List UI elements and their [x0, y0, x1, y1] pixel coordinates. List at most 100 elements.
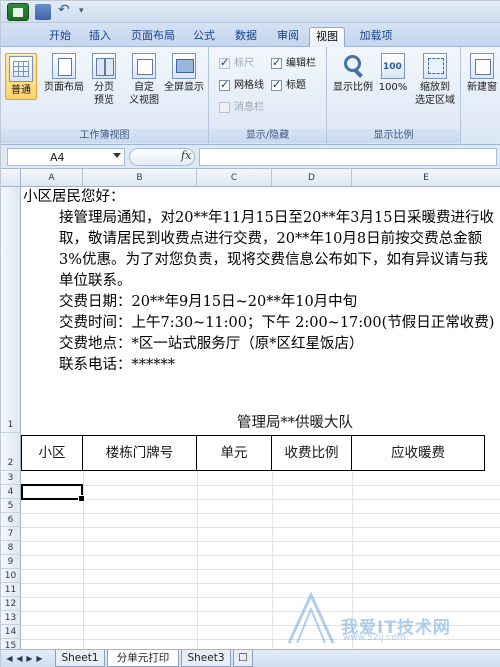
custom-views-icon — [132, 53, 156, 79]
full-screen-label: 全屏显示 — [164, 82, 204, 93]
full-screen-icon — [172, 53, 196, 79]
undo-icon[interactable] — [57, 2, 73, 20]
zoom-button[interactable]: 显示比例 — [331, 53, 375, 94]
ribbon: 普通 页面布局 分页 预览 自定 义视图 全屏显示 工作簿视图 ✓ 标尺 ✓ 编… — [1, 47, 500, 145]
notice-place: 交费地点：*区一站式服务厅（原*区红星饭店） — [59, 336, 364, 352]
qat-dropdown-icon[interactable]: ▾ — [79, 6, 87, 16]
next-sheet-icon[interactable]: ▶ — [25, 654, 34, 664]
table-title[interactable]: 管理局**供暖大队 — [23, 413, 497, 433]
full-screen-button[interactable]: 全屏显示 — [161, 53, 207, 94]
sheet-tab-sheet1[interactable]: Sheet1 — [55, 650, 105, 667]
save-icon[interactable] — [35, 4, 51, 20]
row-header-9[interactable]: 9 — [1, 555, 21, 569]
sheet-tab-sheet3[interactable]: Sheet3 — [181, 650, 231, 667]
checkbox-box — [271, 78, 282, 92]
header-cell-rate[interactable]: 收费比例 — [272, 435, 352, 471]
gridline — [21, 583, 500, 584]
row-header-1[interactable]: 1 — [1, 187, 21, 433]
gridline — [197, 471, 198, 649]
row-header-2[interactable]: 2 — [1, 433, 21, 471]
new-window-label: 新建窗 — [467, 82, 497, 93]
first-sheet-icon[interactable]: ◀ — [5, 654, 14, 664]
insert-function-icon[interactable]: fx — [181, 149, 191, 162]
zoom-100-label: 100% — [378, 82, 408, 93]
tab-data[interactable]: 数据 — [229, 27, 263, 47]
quick-access-toolbar: ▾ — [1, 1, 500, 23]
col-header-a[interactable]: A — [21, 169, 83, 187]
gridlines-checkbox[interactable]: 网格线 — [219, 78, 264, 93]
row-header-12[interactable]: 12 — [1, 597, 21, 611]
name-box[interactable]: A4 — [7, 148, 125, 166]
row-header-13[interactable]: 13 — [1, 611, 21, 625]
workbook-views-group-label: 工作簿视图 — [1, 129, 208, 143]
office-button[interactable] — [7, 3, 29, 21]
header-cell-heating-fee[interactable]: 应收暖费 — [352, 435, 485, 471]
gridline — [21, 555, 500, 556]
gridline — [21, 499, 500, 500]
checkbox-box — [219, 56, 230, 70]
zoom-to-selection-button[interactable]: 缩放到 选定区域 — [411, 53, 459, 107]
formula-bar-label: 编辑栏 — [286, 58, 316, 69]
zoom-100-button[interactable]: 100% — [377, 53, 409, 94]
tab-review[interactable]: 审阅 — [271, 27, 305, 47]
tab-addins[interactable]: 加载项 — [353, 27, 399, 47]
name-box-dropdown-icon[interactable] — [113, 153, 121, 158]
formula-bar-checkbox[interactable]: 编辑栏 — [271, 56, 316, 71]
custom-views-label-1: 自定 — [134, 82, 154, 93]
gridline — [272, 471, 273, 649]
row-header-4[interactable]: 4 — [1, 485, 21, 499]
row-header-14[interactable]: 14 — [1, 625, 21, 639]
notice-time: 交费时间：上午7:30~11:00；下午 2:00~17:00(节假日正常收费) — [59, 315, 495, 331]
tab-formulas[interactable]: 公式 — [187, 27, 221, 47]
prev-sheet-icon[interactable]: ◀ — [15, 654, 24, 664]
header-cell-unit[interactable]: 单元 — [197, 435, 272, 471]
message-bar-checkbox[interactable]: 消息栏 — [219, 101, 264, 115]
page-layout-view-button[interactable]: 页面布局 — [41, 53, 87, 94]
new-window-icon — [470, 53, 494, 79]
worksheet[interactable]: A B C D E 1 2 3 4 5 6 7 8 9 10 11 12 13 … — [1, 169, 500, 649]
ruler-checkbox[interactable]: 标尺 — [219, 56, 254, 71]
header-cell-building[interactable]: 楼栋门牌号 — [83, 435, 197, 471]
sheet-tab-bar: ◀ ◀ ▶ ▶ Sheet1 分单元打印 Sheet3 ☐ — [1, 649, 500, 667]
ruler-label: 标尺 — [234, 58, 254, 69]
show-hide-group-label: 显示/隐藏 — [209, 129, 326, 143]
notice-cell[interactable]: 小区居民您好： 接管理局通知，对20**年11月15日至20**年3月15日采暖… — [23, 187, 497, 376]
gridline — [21, 485, 500, 486]
tab-page-layout[interactable]: 页面布局 — [125, 27, 181, 47]
custom-views-button[interactable]: 自定 义视图 — [125, 53, 163, 107]
page-break-preview-button[interactable]: 分页 预览 — [89, 53, 119, 107]
sheet-tab-print-units[interactable]: 分单元打印 — [107, 650, 179, 667]
header-cell-community[interactable]: 小区 — [21, 435, 83, 471]
row-header-11[interactable]: 11 — [1, 583, 21, 597]
zoom-icon — [341, 53, 365, 79]
notice-date: 交费日期：20**年9月15日~20**年10月中旬 — [59, 294, 358, 310]
normal-view-button[interactable]: 普通 — [5, 53, 37, 100]
insert-sheet-icon[interactable]: ☐ — [233, 650, 253, 667]
row-header-7[interactable]: 7 — [1, 527, 21, 541]
col-header-e[interactable]: E — [352, 169, 500, 187]
window-group: 新建窗 — [461, 47, 500, 145]
tab-view[interactable]: 视图 — [309, 27, 345, 47]
new-window-button[interactable]: 新建窗 — [463, 53, 500, 94]
gridline — [21, 569, 500, 570]
row-header-8[interactable]: 8 — [1, 541, 21, 555]
last-sheet-icon[interactable]: ▶ — [35, 654, 44, 664]
col-header-b[interactable]: B — [83, 169, 197, 187]
row-header-3[interactable]: 3 — [1, 471, 21, 485]
tab-insert[interactable]: 插入 — [83, 27, 117, 47]
row-header-10[interactable]: 10 — [1, 569, 21, 583]
select-all-corner[interactable] — [1, 169, 21, 187]
active-cell-a4[interactable] — [21, 484, 85, 502]
tab-home[interactable]: 开始 — [43, 27, 77, 47]
row-header-5[interactable]: 5 — [1, 499, 21, 513]
formula-input[interactable] — [199, 148, 497, 166]
row-header-15[interactable]: 15 — [1, 639, 21, 649]
col-header-d[interactable]: D — [272, 169, 352, 187]
zoom-selection-label-2: 选定区域 — [415, 95, 455, 106]
zoom-label: 显示比例 — [333, 82, 373, 93]
row-header-6[interactable]: 6 — [1, 513, 21, 527]
site-watermark: 我爱IT技术网 www.52ij.com — [281, 591, 491, 647]
col-header-c[interactable]: C — [197, 169, 272, 187]
page-layout-label: 页面布局 — [44, 82, 84, 93]
headings-checkbox[interactable]: 标题 — [271, 78, 306, 93]
